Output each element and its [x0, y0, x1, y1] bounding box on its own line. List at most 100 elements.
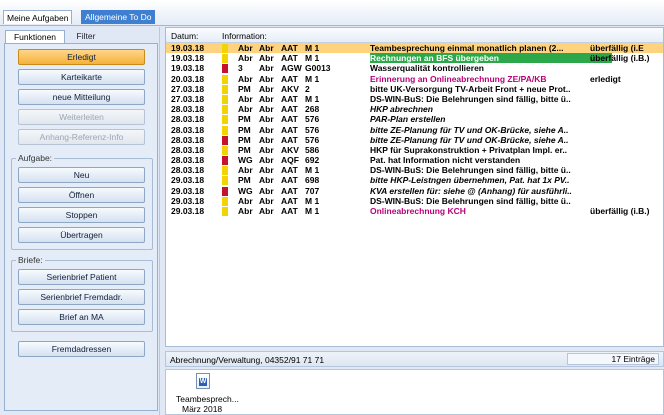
- table-row[interactable]: 29.03.18 Abr Abr AAT M 1 DS-WIN-BuS: Die Bele…: [166, 196, 663, 206]
- row-col-b: Abr: [259, 206, 274, 216]
- contact-text: Abrechnung/Verwaltung, 04352/91 71 71: [170, 355, 325, 365]
- row-col-d: 698: [305, 175, 320, 186]
- row-information: bitte HKP-Leistngen übernehmen, Pat. hat…: [370, 175, 570, 186]
- row-col-a: PM: [238, 124, 251, 135]
- briefe-label: Briefe:: [16, 255, 45, 265]
- row-status: erledigt: [590, 73, 621, 84]
- row-information: Teambesprechung einmal monatlich planen …: [370, 43, 564, 53]
- serienbrief-fremdadr-button[interactable]: Serienbrief Fremdadr.: [18, 289, 145, 305]
- row-col-d: 576: [305, 134, 320, 145]
- row-col-a: PM: [238, 83, 251, 94]
- yellow-flag-icon: [222, 176, 228, 186]
- row-col-c: AAT: [281, 124, 298, 135]
- table-row[interactable]: 19.03.18 Abr Abr AAT M 1 Teambesprechung einm…: [166, 43, 663, 54]
- stoppen-button[interactable]: Stoppen: [18, 207, 145, 223]
- yellow-flag-icon: [222, 115, 228, 125]
- row-information: Wasserqualität kontrollieren: [370, 63, 484, 74]
- oeffnen-button[interactable]: Öffnen: [18, 187, 145, 203]
- row-col-c: AQF: [281, 155, 299, 166]
- table-row[interactable]: 28.03.18 Abr Abr AAT 268 HKP abrechnen: [166, 104, 663, 115]
- karteikarte-button[interactable]: Karteikarte: [18, 69, 145, 85]
- yellow-flag-icon: [222, 54, 228, 64]
- row-col-b: Abr: [259, 104, 274, 115]
- neue-mitteilung-button[interactable]: neue Mitteilung: [18, 89, 145, 105]
- row-col-a: PM: [238, 175, 251, 186]
- table-row[interactable]: 27.03.18 PM Abr AKV 2 bitte UK-Versorgung TV-…: [166, 84, 663, 94]
- attachment-name[interactable]: Teambesprech...: [176, 394, 239, 404]
- row-information: PAR-Plan erstellen: [370, 114, 446, 125]
- header-information[interactable]: Information:: [222, 31, 267, 41]
- tab-meine-aufgaben[interactable]: Meine Aufgaben: [3, 10, 73, 24]
- anhang-referenz-button[interactable]: Anhang-Referenz-Info: [18, 129, 145, 145]
- tab-filter[interactable]: Filter: [66, 30, 106, 44]
- row-col-a: Abr: [238, 165, 253, 176]
- erledigt-button[interactable]: Erledigt: [18, 49, 145, 65]
- row-col-c: AAT: [281, 206, 298, 216]
- header-datum[interactable]: Datum:: [171, 31, 198, 41]
- row-status: überfällig (i.B.): [590, 53, 650, 64]
- weiterleiten-button[interactable]: Weiterleiten: [18, 109, 145, 125]
- yellow-flag-icon: [222, 44, 228, 53]
- neu-button[interactable]: Neu: [18, 167, 145, 183]
- row-col-a: Abr: [238, 73, 253, 84]
- row-information: bitte ZE-Planung für TV und OK-Brücke, s…: [370, 134, 569, 145]
- row-col-d: M 1: [305, 93, 320, 104]
- word-document-icon[interactable]: [196, 373, 210, 389]
- right-panel: Datum: Information: 19.03.18 Abr Abr AAT M 1…: [163, 27, 664, 415]
- table-row[interactable]: 29.03.18 PM Abr AAT 698 bitte HKP-Leistngen ü…: [166, 175, 663, 186]
- task-list[interactable]: Datum: Information: 19.03.18 Abr Abr AAT M 1…: [165, 27, 664, 347]
- table-row[interactable]: 28.03.18 Abr Abr AAT M 1 DS-WIN-BuS: Die Bele…: [166, 165, 663, 176]
- row-col-d: 268: [305, 104, 320, 115]
- row-col-a: Abr: [238, 43, 253, 53]
- row-information: Onlineabrechnung KCH: [370, 206, 466, 216]
- uebertragen-button[interactable]: Übertragen: [18, 227, 145, 243]
- row-col-c: AAT: [281, 114, 298, 125]
- row-col-c: AGW: [281, 63, 302, 74]
- row-col-d: M 1: [305, 43, 320, 53]
- row-date: 29.03.18: [171, 185, 205, 196]
- list-header: Datum: Information:: [166, 28, 663, 43]
- table-row[interactable]: 28.03.18 PM Abr AAT 576 PAR-Plan erstellen: [166, 114, 663, 125]
- table-row[interactable]: 20.03.18 Abr Abr AAT M 1 Erinnerung an Online…: [166, 74, 663, 84]
- table-row[interactable]: 29.03.18 WG Abr AAT 707 KVA erstellen für: si…: [166, 186, 663, 196]
- yellow-flag-icon: [222, 145, 228, 155]
- table-row[interactable]: 28.03.18 PM Abr AAT 576 bitte ZE-Planung für …: [166, 135, 663, 145]
- row-information: Rechnungen an BFS übergeben: [370, 53, 612, 64]
- row-col-c: AKV: [281, 144, 299, 155]
- row-date: 29.03.18: [171, 175, 205, 186]
- table-row[interactable]: 19.03.18 3 Abr AGW G0013 Wasserqualität kontr…: [166, 63, 663, 74]
- table-row[interactable]: 29.03.18 Abr Abr AAT M 1 Onlineabrechnung KCH…: [166, 206, 663, 216]
- table-row[interactable]: 27.03.18 Abr Abr AAT M 1 DS-WIN-BuS: Die Bele…: [166, 94, 663, 104]
- yellow-flag-icon: [222, 166, 228, 176]
- entry-count: 17 Einträge: [567, 353, 659, 365]
- row-col-d: M 1: [305, 195, 320, 206]
- row-date: 28.03.18: [171, 155, 205, 166]
- row-col-b: Abr: [259, 83, 274, 94]
- row-information: Erinnerung an Onlineabrechnung ZE/PA/KB: [370, 73, 547, 84]
- serienbrief-patient-button[interactable]: Serienbrief Patient: [18, 269, 145, 285]
- brief-an-ma-button[interactable]: Brief an MA: [18, 309, 145, 325]
- row-information: HKP abrechnen: [370, 104, 433, 115]
- row-col-d: M 1: [305, 206, 320, 216]
- table-row[interactable]: 28.03.18 WG Abr AQF 692 Pat. hat Information …: [166, 155, 663, 166]
- row-col-a: PM: [238, 134, 251, 145]
- row-col-b: Abr: [259, 175, 274, 186]
- row-information: HKP für Suprakonstruktion + Privatplan I…: [370, 144, 568, 155]
- table-row[interactable]: 19.03.18 Abr Abr AAT M 1 Rechnungen an BFS üb…: [166, 53, 663, 64]
- table-row[interactable]: 28.03.18 PM Abr AAT 576 bitte ZE-Planung für …: [166, 125, 663, 135]
- fremdadressen-button[interactable]: Fremdadressen: [18, 341, 145, 357]
- row-col-b: Abr: [259, 195, 274, 206]
- yellow-flag-icon: [222, 125, 228, 135]
- row-col-a: Abr: [238, 206, 253, 216]
- row-date: 28.03.18: [171, 104, 205, 115]
- row-col-d: 576: [305, 124, 320, 135]
- tab-allgemeine-todo[interactable]: Allgemeine To Do: [81, 10, 156, 24]
- row-col-b: Abr: [259, 185, 274, 196]
- tab-funktionen[interactable]: Funktionen: [5, 30, 65, 44]
- row-col-b: Abr: [259, 134, 274, 145]
- row-col-b: Abr: [259, 165, 274, 176]
- row-col-d: 692: [305, 155, 320, 166]
- table-row[interactable]: 28.03.18 PM Abr AKV 586 HKP für Suprakonstruk…: [166, 145, 663, 155]
- row-date: 28.03.18: [171, 144, 205, 155]
- row-col-d: 576: [305, 114, 320, 125]
